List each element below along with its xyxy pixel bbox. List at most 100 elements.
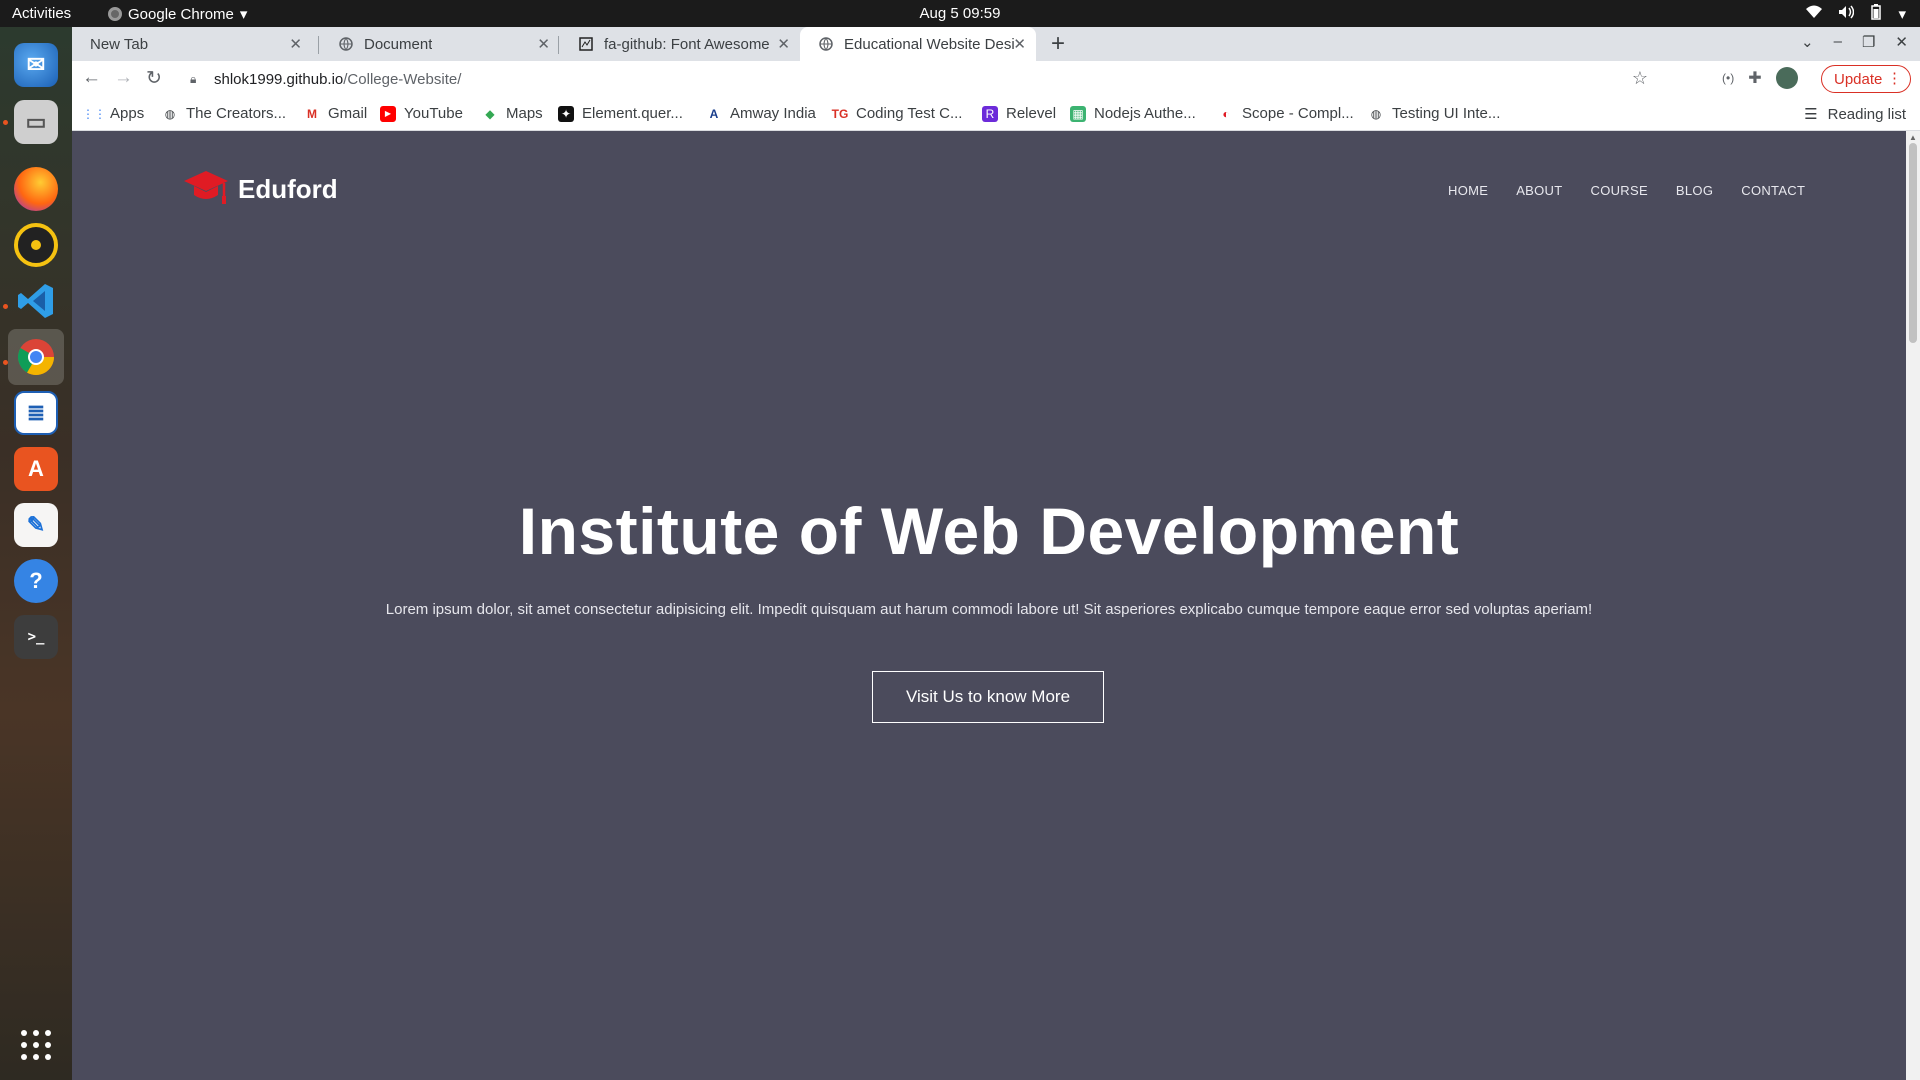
bookmark-scope-complete[interactable]: ◐ Scope - Compl... (1218, 105, 1353, 122)
bookmark-the-creators[interactable]: ◍ The Creators... (162, 105, 286, 122)
tab-fa-github[interactable]: fa-github: Font Awesome ✕ (560, 27, 800, 61)
nodejs-icon: ▦ (1070, 105, 1086, 122)
software-icon: A (14, 447, 58, 491)
extension-icons: (•) ✚ (1722, 67, 1798, 89)
element-icon: ✦ (558, 105, 574, 122)
reading-list-button[interactable]: ☰ Reading list (1804, 105, 1906, 124)
close-window-icon[interactable]: ✕ (1895, 33, 1908, 51)
scroll-thumb[interactable] (1909, 143, 1917, 343)
system-tray[interactable]: ▾ (1806, 4, 1906, 24)
profile-avatar[interactable] (1775, 67, 1798, 89)
more-menu-icon[interactable]: ⋮ (1887, 69, 1902, 87)
close-icon[interactable]: ✕ (289, 35, 302, 53)
close-icon[interactable]: ✕ (1013, 35, 1026, 53)
extensions-puzzle-icon[interactable]: ✚ (1748, 68, 1761, 88)
chrome-launcher[interactable] (8, 329, 64, 385)
nav-course[interactable]: COURSE (1591, 183, 1648, 198)
cast-icon[interactable]: (•) (1722, 71, 1734, 85)
bookmark-youtube[interactable]: ▶ YouTube (380, 105, 463, 122)
close-icon[interactable]: ✕ (537, 35, 550, 53)
globe-icon (338, 36, 354, 52)
main-nav: HOME ABOUT COURSE BLOG CONTACT (1448, 183, 1805, 198)
minimize-icon[interactable]: – (1834, 33, 1842, 51)
wifi-icon (1806, 5, 1823, 23)
coding-test-icon: TG (831, 106, 849, 121)
vscode-icon (14, 279, 58, 323)
nav-about[interactable]: ABOUT (1516, 183, 1562, 198)
chrome-icon (14, 335, 58, 379)
terminal-launcher[interactable]: >_ (8, 609, 64, 665)
files-launcher[interactable]: ▭ (8, 94, 64, 150)
tab-new-tab[interactable]: New Tab ✕ (72, 27, 312, 61)
font-awesome-icon (578, 36, 594, 52)
update-button[interactable]: Update ⋮ (1821, 65, 1911, 93)
tab-document[interactable]: Document ✕ (320, 27, 560, 61)
scroll-up-icon[interactable]: ▲ (1909, 133, 1917, 142)
help-launcher[interactable]: ? (8, 553, 64, 609)
gmail-icon: M (307, 106, 317, 121)
bookmark-amway-india[interactable]: A Amway India (706, 105, 816, 122)
page-scrollbar[interactable]: ▲ (1906, 131, 1920, 1080)
amway-icon: A (709, 106, 719, 121)
text-editor-icon: ✎ (14, 503, 58, 547)
relevel-icon: R (982, 105, 998, 122)
bookmark-element-query[interactable]: ✦ Element.quer... (558, 105, 683, 122)
thunderbird-icon: ✉ (14, 43, 58, 87)
graduation-cap-icon (182, 167, 230, 212)
writer-launcher[interactable]: ≣ (8, 385, 64, 441)
apps-grid-icon: ⋮⋮ (82, 106, 106, 121)
address-bar[interactable]: 🔒︎ shlok1999.github.io/College-Website/ … (180, 65, 1654, 95)
bookmark-star-icon[interactable]: ☆ (1632, 68, 1648, 89)
back-icon[interactable]: ← (82, 67, 101, 89)
visit-us-button[interactable]: Visit Us to know More (872, 671, 1104, 723)
hero-title: Institute of Web Development (518, 494, 1460, 568)
text-editor-launcher[interactable]: ✎ (8, 497, 64, 553)
vscode-launcher[interactable] (8, 273, 64, 329)
firefox-launcher[interactable] (8, 161, 64, 217)
bookmark-relevel[interactable]: R Relevel (982, 105, 1056, 122)
bookmark-maps[interactable]: ◆ Maps (482, 105, 542, 122)
tab-title: fa-github: Font Awesome (604, 35, 770, 53)
system-top-bar: Activities Google Chrome ▾ Aug 5 09:59 ▾ (0, 0, 1920, 27)
reading-list-icon: ☰ (1804, 106, 1818, 123)
nav-blog[interactable]: BLOG (1676, 183, 1713, 198)
show-apps-button[interactable] (8, 1017, 64, 1073)
window-controls: ⌄ – ❐ ✕ (1801, 33, 1908, 51)
rhythmbox-launcher[interactable] (8, 217, 64, 273)
dock: ✉ ▭ ≣ A ✎ ? >_ (0, 27, 72, 1080)
bookmark-nodejs-auth[interactable]: ▦ Nodejs Authe... (1070, 105, 1196, 122)
globe-icon (818, 36, 834, 52)
close-icon[interactable]: ✕ (777, 35, 790, 53)
tab-search-icon[interactable]: ⌄ (1801, 33, 1814, 51)
update-label: Update (1834, 70, 1883, 88)
browser-window: New Tab ✕ Document ✕ fa-github: Font Awe… (72, 27, 1920, 1080)
rhythmbox-icon (14, 223, 58, 267)
software-launcher[interactable]: A (8, 441, 64, 497)
thunderbird-launcher[interactable]: ✉ (8, 37, 64, 93)
volume-icon (1838, 5, 1855, 23)
reload-icon[interactable]: ↻ (146, 67, 162, 90)
nav-home[interactable]: HOME (1448, 183, 1488, 198)
tab-educational-website[interactable]: Educational Website Desi ✕ (800, 27, 1036, 61)
restore-icon[interactable]: ❐ (1862, 33, 1875, 51)
bookmark-testing-ui[interactable]: ◍ Testing UI Inte... (1368, 105, 1501, 122)
bookmark-gmail[interactable]: M Gmail (304, 105, 367, 122)
lock-icon[interactable]: 🔒︎ (190, 72, 196, 87)
hero-subtitle: Lorem ipsum dolor, sit amet consectetur … (385, 601, 1593, 618)
menu-arrow-icon: ▾ (1898, 6, 1906, 23)
new-tab-button[interactable]: + (1051, 30, 1065, 58)
forward-icon[interactable]: → (114, 67, 133, 89)
help-icon: ? (14, 559, 58, 603)
nav-contact[interactable]: CONTACT (1741, 183, 1805, 198)
tab-title: New Tab (90, 35, 149, 53)
page-viewport: Eduford HOME ABOUT COURSE BLOG CONTACT I… (72, 131, 1920, 1080)
tab-title: Educational Website Desi (844, 35, 1015, 53)
clock[interactable]: Aug 5 09:59 (0, 5, 1920, 22)
writer-icon: ≣ (14, 391, 58, 435)
browser-toolbar: ← → ↻ 🔒︎ shlok1999.github.io/College-Web… (72, 61, 1920, 97)
app-grid-icon (14, 1023, 58, 1067)
bookmark-apps[interactable]: ⋮⋮ Apps (82, 105, 144, 122)
terminal-icon: >_ (14, 615, 58, 659)
bookmark-coding-test[interactable]: TG Coding Test C... (831, 105, 963, 122)
site-logo[interactable]: Eduford (182, 167, 338, 212)
